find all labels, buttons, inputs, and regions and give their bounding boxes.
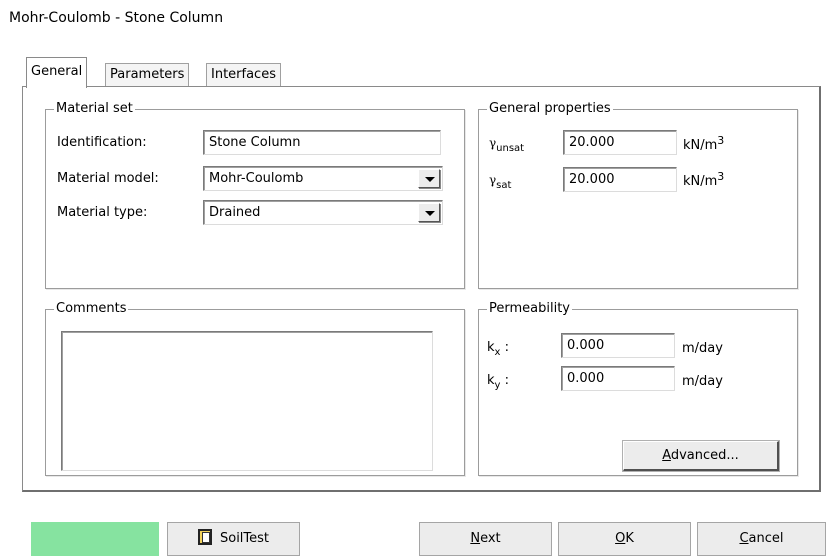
soiltest-button[interactable]: SoilTest [167,522,300,556]
chevron-down-icon[interactable] [418,203,440,222]
next-label: ext [480,531,501,546]
comments-textarea[interactable] [61,331,433,471]
kx-subscript: x [494,347,501,358]
gamma-sat-subscript: sat [496,180,512,191]
k-base: k [487,340,495,355]
unit-text: kN/m [683,174,718,189]
gamma-unsat-label: γunsat [489,136,525,154]
gamma-sat-label: γsat [489,173,512,191]
identification-input[interactable] [203,130,441,155]
permeability-group: Permeability kx : m/day ky : m/day Advan… [478,301,798,476]
unit-text: kN/m [683,138,718,153]
material-set-title: Material set [54,101,135,117]
ky-unit: m/day [682,374,723,389]
tab-interfaces[interactable]: Interfaces [206,63,281,87]
comments-title: Comments [54,301,129,317]
material-color-swatch[interactable] [31,522,159,556]
ky-subscript: y [494,380,501,391]
material-type-label: Material type: [57,205,148,220]
soiltest-icon [197,529,212,545]
tab-panel-general: Material set Identification: Material mo… [22,86,821,492]
advanced-mnemonic: A [662,448,671,463]
ok-button[interactable]: OK [558,522,691,556]
k-base: k [487,373,495,388]
tab-general[interactable]: General [26,57,88,88]
advanced-button[interactable]: Advanced... [623,441,779,471]
cancel-mnemonic: C [739,531,749,546]
next-button[interactable]: Next [419,522,552,556]
general-properties-title: General properties [487,101,613,117]
gamma-unsat-subscript: unsat [496,143,525,154]
general-properties-group: General properties γunsat kN/m3 γsat kN/… [478,101,798,289]
material-model-label: Material model: [57,171,159,186]
comments-group: Comments [45,301,465,476]
ok-mnemonic: O [615,531,626,546]
material-model-select[interactable]: Mohr-Coulomb [203,166,443,191]
advanced-label: dvanced... [670,448,739,463]
gamma-unsat-unit: kN/m3 [683,134,724,153]
gamma-unsat-input[interactable] [563,130,677,155]
tab-parameters[interactable]: Parameters [105,63,190,87]
window-title: Mohr-Coulomb - Stone Column [9,10,224,26]
material-set-group: Material set Identification: Material mo… [45,101,465,289]
unit-power: 3 [717,134,725,147]
identification-label: Identification: [57,135,147,150]
ky-input[interactable] [561,366,675,391]
kx-input[interactable] [561,333,675,358]
material-type-select[interactable]: Drained [203,200,443,225]
unit-power: 3 [717,170,725,183]
chevron-down-icon[interactable] [418,169,440,188]
label-sep: : [500,340,509,355]
label-sep: : [500,373,509,388]
cancel-label: ancel [748,531,784,546]
kx-label: kx : [487,340,509,358]
ok-label: K [625,531,634,546]
material-model-value: Mohr-Coulomb [209,171,304,186]
material-type-value: Drained [209,205,261,220]
gamma-sat-input[interactable] [563,167,677,192]
soiltest-label: SoilTest [219,531,270,546]
ky-label: ky : [487,373,509,391]
gamma-sat-unit: kN/m3 [683,170,724,189]
next-mnemonic: N [470,531,481,546]
cancel-button[interactable]: Cancel [697,522,826,556]
permeability-title: Permeability [487,301,572,317]
kx-unit: m/day [682,341,723,356]
